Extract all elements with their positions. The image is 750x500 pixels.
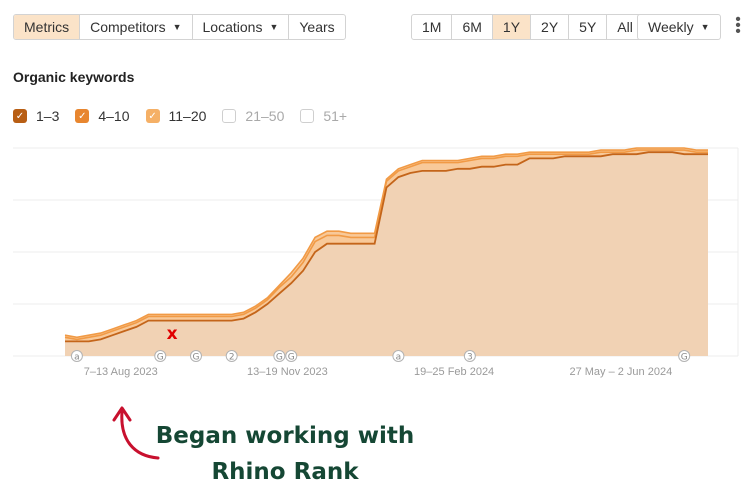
- tab-locations[interactable]: Locations ▼: [193, 15, 290, 39]
- event-marker-label: G: [192, 353, 199, 363]
- interval-label: Weekly: [648, 19, 694, 35]
- x-tick-label: 19–25 Feb 2024: [414, 366, 494, 378]
- checkbox-unchecked-icon[interactable]: [300, 109, 315, 123]
- event-marker-label: G: [157, 353, 164, 363]
- checkbox-checked-icon[interactable]: ✓: [145, 109, 160, 123]
- legend-label: 1–3: [36, 108, 60, 124]
- annotation-x-marker: x: [167, 324, 178, 344]
- tab-metrics[interactable]: Metrics: [14, 15, 81, 39]
- event-marker-label: 2: [229, 353, 235, 363]
- view-tabs: Metrics Competitors ▼ Locations ▼ Years: [13, 14, 346, 40]
- range-2y[interactable]: 2Y: [531, 15, 570, 39]
- legend-item[interactable]: 51+: [300, 108, 347, 124]
- chevron-down-icon: ▼: [172, 22, 182, 32]
- checkbox-unchecked-icon[interactable]: [222, 109, 237, 123]
- chart-legend: ✓ 1–3 ✓ 4–10 ✓ 11–20 21–50 51+: [13, 108, 363, 124]
- legend-item[interactable]: ✓ 4–10: [75, 108, 130, 124]
- event-marker-label: G: [681, 353, 688, 363]
- range-1m[interactable]: 1M: [412, 15, 453, 39]
- organic-keywords-chart: a G G 2 G Ga 3 G7–13 Aug 2023 13–19 Nov 2023 19–2…: [13, 147, 739, 378]
- legend-item[interactable]: ✓ 1–3: [13, 108, 59, 124]
- vertical-ellipsis-icon[interactable]: • • •: [735, 12, 741, 40]
- checkbox-checked-icon[interactable]: ✓: [75, 109, 90, 123]
- annotation-note: Began working with Rhino Rank: [120, 418, 450, 490]
- legend-label: 11–20: [168, 108, 207, 124]
- event-marker-label: a: [74, 353, 80, 363]
- range-5y[interactable]: 5Y: [569, 15, 608, 39]
- range-6m[interactable]: 6M: [452, 15, 493, 39]
- event-marker-label: G: [288, 353, 295, 363]
- range-1y[interactable]: 1Y: [492, 15, 532, 39]
- checkbox-checked-icon[interactable]: ✓: [13, 109, 27, 123]
- section-title: Organic keywords: [13, 69, 135, 85]
- tab-label: Metrics: [24, 19, 70, 35]
- chevron-down-icon: ▼: [269, 22, 279, 32]
- interval-button[interactable]: Weekly ▼: [638, 15, 720, 39]
- event-marker-label: a: [396, 353, 402, 363]
- event-marker-label: G: [276, 353, 283, 363]
- event-marker-label: 3: [467, 353, 473, 363]
- legend-label: 51+: [323, 108, 348, 124]
- legend-label: 21–50: [245, 108, 285, 124]
- x-tick-label: 7–13 Aug 2023: [84, 366, 158, 378]
- x-tick-label: 13–19 Nov 2023: [247, 366, 328, 378]
- x-tick-label: 27 May – 2 Jun 2024: [569, 366, 672, 378]
- legend-item[interactable]: ✓ 11–20: [145, 108, 207, 124]
- tab-competitors[interactable]: Competitors ▼: [80, 15, 193, 39]
- tab-label: Years: [299, 19, 335, 35]
- interval-dropdown[interactable]: Weekly ▼: [637, 14, 721, 40]
- legend-label: 4–10: [98, 108, 130, 124]
- annotation-line-2: Rhino Rank: [211, 459, 359, 485]
- legend-item[interactable]: 21–50: [222, 108, 284, 124]
- chevron-down-icon: ▼: [700, 22, 710, 32]
- time-range-group: 1M 6M 1Y 2Y 5Y All: [411, 14, 644, 40]
- annotation-line-1: Began working with: [155, 423, 415, 449]
- tab-label: Competitors: [90, 19, 166, 35]
- tab-years[interactable]: Years: [289, 15, 344, 39]
- tab-label: Locations: [202, 19, 263, 35]
